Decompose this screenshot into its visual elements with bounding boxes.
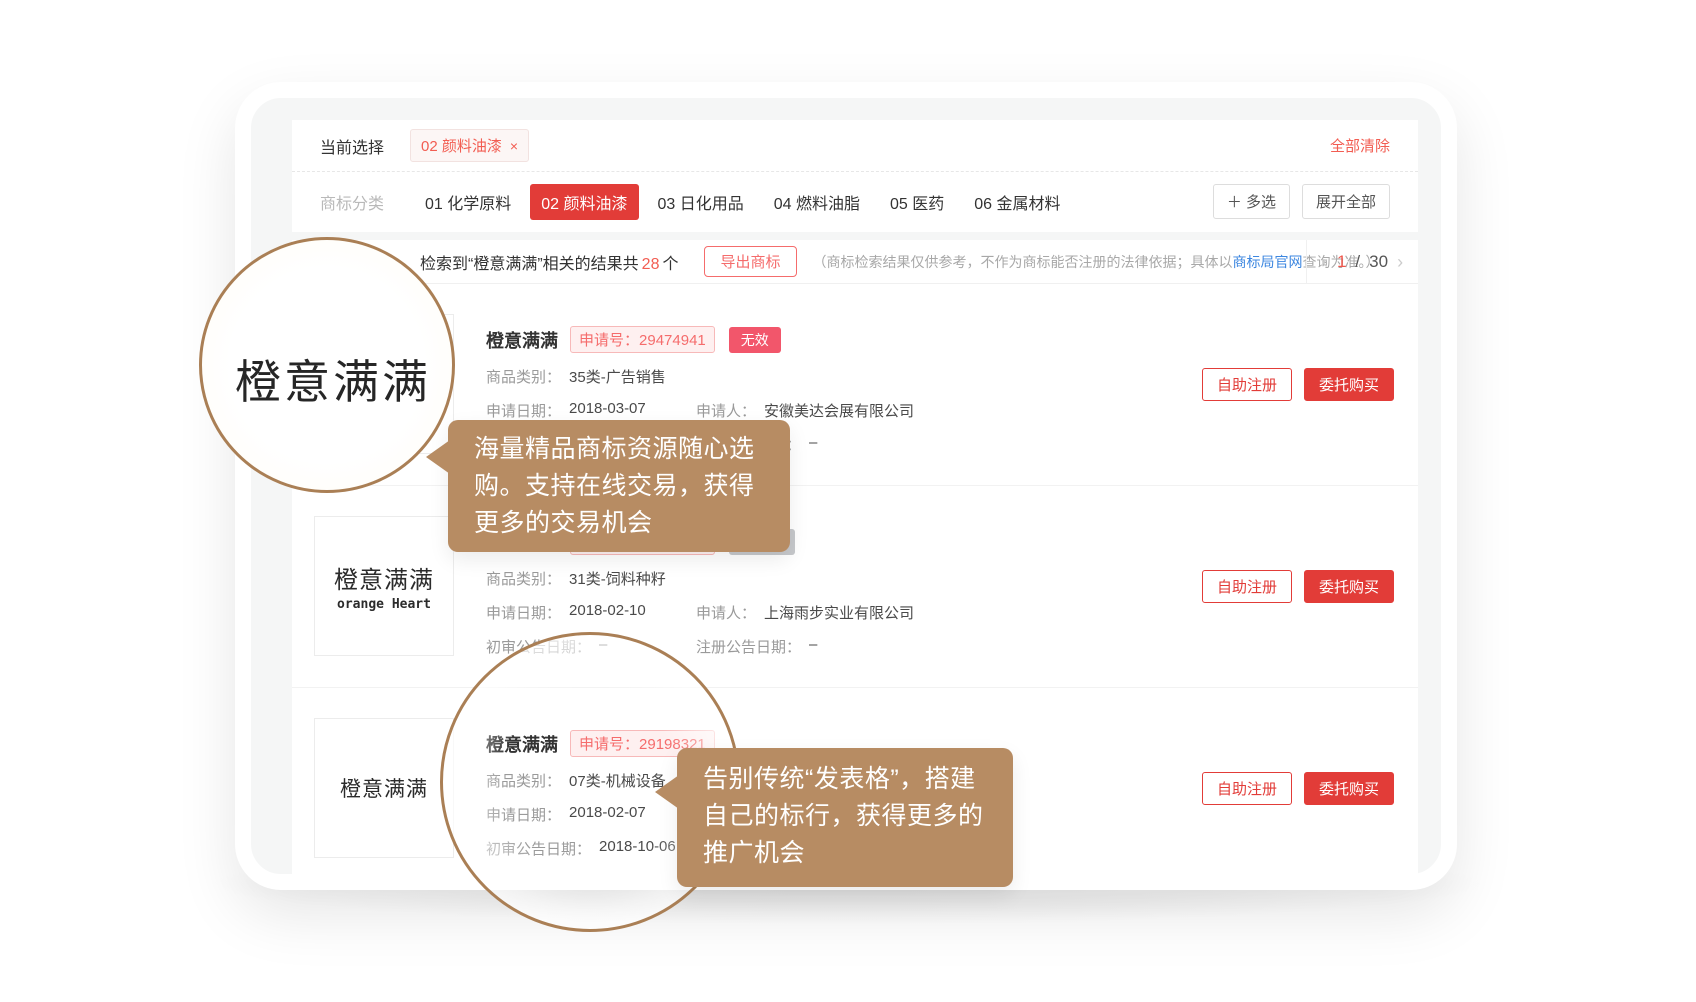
page: 当前选择 02 颜料油漆 × 全部清除 商标分类 01 化学原料 02 颜料油漆… [0, 0, 1696, 1002]
tooltip-marketplace: 海量精品商标资源随心选购。支持在线交易，获得更多的交易机会 [448, 420, 790, 552]
category-field-label: 商品类别： [486, 366, 561, 387]
trademark-name: 橙意满满 [486, 327, 558, 353]
tab-category-05[interactable]: 05 医药 [879, 184, 955, 220]
current-page: 1 [1337, 252, 1346, 272]
magnifier-circle: 橙意满满 [199, 237, 455, 493]
status-badge: 无效 [729, 327, 781, 353]
applicant-field: 申请人： 安徽美达会展有限公司 [696, 400, 914, 421]
application-number-badge: 申请号：29474941 [570, 326, 715, 353]
category-field: 商品类别： 35类-广告销售 [486, 366, 666, 387]
tooltip-arrow-icon [655, 775, 679, 809]
results-disclaimer: （商标检索结果仅供参考，不作为商标能否注册的法律依据；具体以商标局官网查询为准。… [813, 252, 1380, 272]
apply-date-value: 2018-02-10 [569, 602, 646, 623]
tab-category-03[interactable]: 03 日化用品 [647, 184, 755, 220]
entrust-buy-button[interactable]: 委托购买 [1304, 772, 1394, 805]
tab-category-04[interactable]: 04 燃料油脂 [763, 184, 871, 220]
pagination: ‹ 1 / 30 › [1306, 240, 1418, 284]
results-count: 28 [642, 256, 660, 273]
self-register-button[interactable]: 自助注册 [1202, 368, 1292, 401]
trademark-image: 橙意满满 [314, 718, 454, 858]
results-summary-unit: 个 [662, 256, 678, 273]
tooltip-promotion: 告别传统“发表格”，搭建自己的标行，获得更多的推广机会 [677, 748, 1013, 887]
row-actions: 自助注册 委托购买 [1202, 368, 1394, 401]
apply-date-value: 2018-03-07 [569, 400, 646, 421]
category-label: 商标分类 [320, 190, 384, 214]
remove-chip-icon[interactable]: × [510, 138, 518, 154]
results-summary-text: 检索到“橙意满满”相关的结果共 [420, 256, 639, 273]
row-actions: 自助注册 委托购买 [1202, 570, 1394, 603]
row-actions: 自助注册 委托购买 [1202, 772, 1394, 805]
reg-publication-value: – [809, 636, 817, 657]
applicant-value: 上海雨步实业有限公司 [764, 602, 914, 623]
entrust-buy-button[interactable]: 委托购买 [1304, 368, 1394, 401]
application-number-label: 申请号： [579, 332, 639, 349]
entrust-buy-button[interactable]: 委托购买 [1304, 570, 1394, 603]
reg-publication-field: 注册公告日期： – [696, 636, 817, 657]
applicant-value: 安徽美达会展有限公司 [764, 400, 914, 421]
magnified-trademark-text: 橙意满满 [235, 346, 431, 412]
multi-select-button[interactable]: ＋ 多选 [1213, 184, 1290, 219]
total-pages: 30 [1369, 252, 1388, 272]
reg-publication-label: 注册公告日期： [696, 636, 801, 657]
apply-date-label: 申请日期： [486, 602, 561, 623]
self-register-button[interactable]: 自助注册 [1202, 772, 1292, 805]
apply-date-label: 申请日期： [486, 400, 561, 421]
apply-date-field: 申请日期： 2018-02-10 [486, 602, 696, 623]
export-trademark-button[interactable]: 导出商标 [704, 246, 796, 277]
category-row: 商标分类 01 化学原料 02 颜料油漆 03 日化用品 04 燃料油脂 05 … [292, 172, 1418, 231]
category-field: 商品类别： 31类-饲料种籽 [486, 568, 666, 589]
category-tabs: 01 化学原料 02 颜料油漆 03 日化用品 04 燃料油脂 05 医药 06… [414, 184, 1072, 220]
tab-category-01[interactable]: 01 化学原料 [414, 184, 522, 220]
tooltip-arrow-icon [426, 440, 450, 474]
category-field-value: 35类-广告销售 [569, 366, 666, 387]
category-field-label: 商品类别： [486, 568, 561, 589]
results-summary: 检索到“橙意满满”相关的结果共28个 [420, 250, 678, 274]
reg-publication-value: – [809, 434, 817, 455]
clear-all-button[interactable]: 全部清除 [1330, 135, 1390, 156]
filter-panel: 当前选择 02 颜料油漆 × 全部清除 商标分类 01 化学原料 02 颜料油漆… [292, 120, 1418, 232]
tooltip-promotion-text: 告别传统“发表格”，搭建自己的标行，获得更多的推广机会 [703, 765, 984, 867]
category-actions: ＋ 多选 展开全部 [1213, 184, 1390, 219]
trademark-image: 橙意满满 orange Heart [314, 516, 454, 656]
selected-filter-chip-label: 02 颜料油漆 [421, 135, 502, 156]
applicant-label: 申请人： [696, 602, 756, 623]
application-number-value: 29474941 [639, 332, 706, 349]
self-register-button[interactable]: 自助注册 [1202, 570, 1292, 603]
tooltip-marketplace-text: 海量精品商标资源随心选购。支持在线交易，获得更多的交易机会 [474, 435, 755, 537]
current-selection-label: 当前选择 [320, 134, 384, 158]
trademark-image-subtext: orange Heart [337, 597, 431, 612]
next-page-icon[interactable]: › [1397, 252, 1403, 273]
disclaimer-prefix: （商标检索结果仅供参考，不作为商标能否注册的法律依据；具体以 [813, 254, 1233, 270]
current-selection-row: 当前选择 02 颜料油漆 × 全部清除 [292, 120, 1418, 172]
trademark-office-link[interactable]: 商标局官网 [1233, 254, 1303, 270]
prev-page-icon[interactable]: ‹ [1322, 252, 1328, 273]
applicant-label: 申请人： [696, 400, 756, 421]
category-field-value: 31类-饲料种籽 [569, 568, 666, 589]
trademark-image-text: 橙意满满 [340, 773, 428, 803]
page-separator: / [1355, 252, 1360, 272]
results-header: 检索到“橙意满满”相关的结果共28个 导出商标 （商标检索结果仅供参考，不作为商… [292, 240, 1418, 284]
applicant-field: 申请人： 上海雨步实业有限公司 [696, 602, 914, 623]
selected-filter-chip[interactable]: 02 颜料油漆 × [410, 129, 529, 162]
expand-all-button[interactable]: 展开全部 [1302, 184, 1390, 219]
tab-category-06[interactable]: 06 金属材料 [963, 184, 1071, 220]
tab-category-02-selected[interactable]: 02 颜料油漆 [530, 184, 638, 220]
trademark-image-text: 橙意满满 [334, 560, 434, 595]
apply-date-field: 申请日期： 2018-03-07 [486, 400, 696, 421]
